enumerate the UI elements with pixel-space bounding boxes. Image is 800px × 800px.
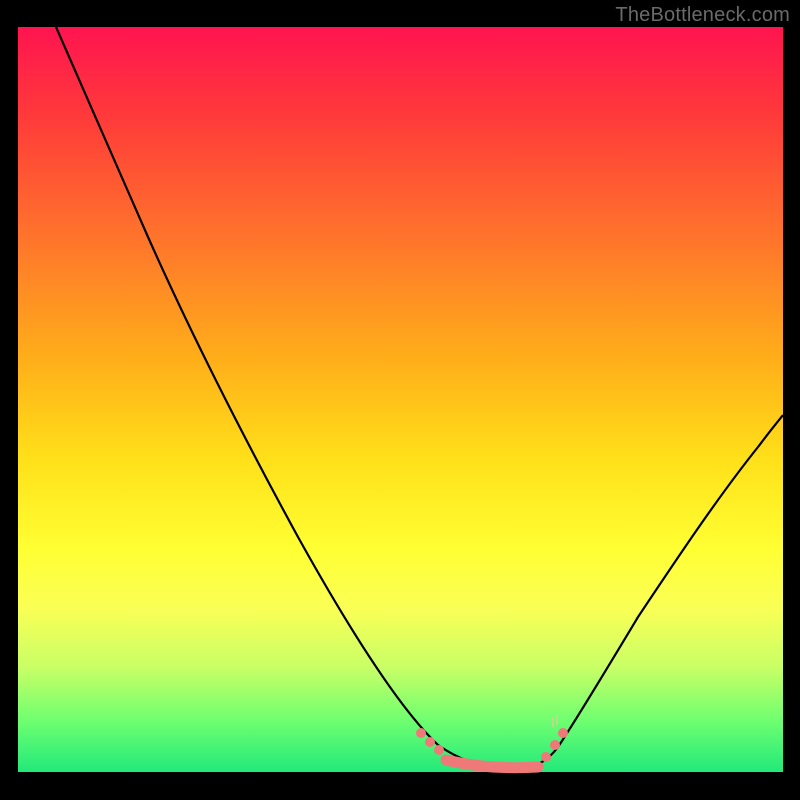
pink-dot: [434, 745, 444, 755]
chart-plot-area: [18, 27, 783, 772]
pink-dot: [541, 752, 551, 762]
pink-optimum-band: [446, 760, 538, 768]
curve-path: [56, 27, 783, 768]
pink-dot: [416, 728, 426, 738]
pink-dot: [550, 740, 560, 750]
watermark-label: TheBottleneck.com: [615, 4, 790, 27]
pink-dot: [558, 728, 568, 738]
pink-dot: [425, 737, 435, 747]
bottleneck-curve: [18, 27, 783, 772]
